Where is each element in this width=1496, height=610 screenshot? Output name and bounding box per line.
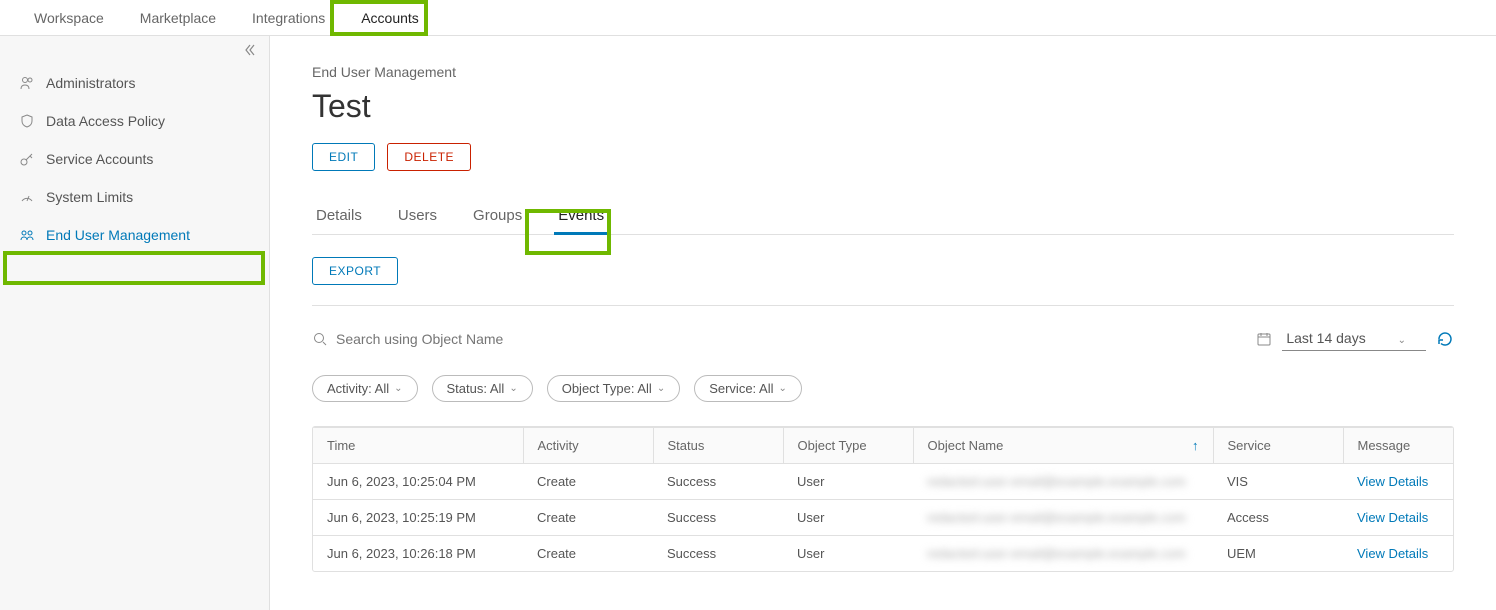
table-row: Jun 6, 2023, 10:25:04 PM Create Success … (313, 464, 1453, 500)
sidebar-item-administrators[interactable]: Administrators (0, 64, 269, 102)
tab-users[interactable]: Users (394, 199, 441, 234)
sidebar-item-label: Service Accounts (46, 151, 153, 167)
main-content: End User Management Test EDIT DELETE Det… (270, 36, 1496, 610)
topnav-marketplace[interactable]: Marketplace (122, 2, 234, 34)
sidebar-item-label: System Limits (46, 189, 133, 205)
filter-activity[interactable]: Activity: All⌄ (312, 375, 418, 402)
search-input[interactable] (336, 331, 636, 347)
chevron-down-icon: ⌄ (1398, 335, 1406, 346)
date-range-select[interactable]: Last 14 days ⌄ (1282, 326, 1426, 351)
chevron-left-icon (241, 42, 257, 58)
sidebar-collapse[interactable] (0, 36, 269, 64)
topnav-integrations[interactable]: Integrations (234, 2, 343, 34)
sidebar: Administrators Data Access Policy Servic… (0, 36, 270, 610)
filter-object-type[interactable]: Object Type: All⌄ (547, 375, 680, 402)
sidebar-item-label: End User Management (46, 227, 190, 243)
refresh-icon[interactable] (1436, 330, 1454, 348)
col-time[interactable]: Time (313, 428, 523, 464)
chevron-down-icon: ⌄ (779, 383, 787, 394)
col-object-name[interactable]: Object Name↑ (913, 428, 1213, 464)
search-icon (312, 331, 328, 347)
tab-events[interactable]: Events (554, 199, 608, 234)
delete-button[interactable]: DELETE (387, 143, 471, 171)
table-row: Jun 6, 2023, 10:25:19 PM Create Success … (313, 500, 1453, 536)
filter-service[interactable]: Service: All⌄ (694, 375, 802, 402)
shield-icon (18, 112, 36, 130)
tab-groups[interactable]: Groups (469, 199, 526, 234)
sidebar-item-label: Data Access Policy (46, 113, 165, 129)
sort-asc-icon: ↑ (1192, 438, 1199, 453)
chevron-down-icon: ⌄ (657, 383, 665, 394)
chevron-down-icon: ⌄ (394, 383, 402, 394)
events-table: Time Activity Status Object Type Object … (312, 426, 1454, 572)
edit-button[interactable]: EDIT (312, 143, 375, 171)
col-service[interactable]: Service (1213, 428, 1343, 464)
top-nav: Workspace Marketplace Integrations Accou… (0, 0, 1496, 36)
chevron-down-icon: ⌄ (509, 383, 517, 394)
group-icon (18, 226, 36, 244)
col-activity[interactable]: Activity (523, 428, 653, 464)
topnav-workspace[interactable]: Workspace (16, 2, 122, 34)
col-message[interactable]: Message (1343, 428, 1453, 464)
table-row: Jun 6, 2023, 10:26:18 PM Create Success … (313, 536, 1453, 572)
search-box (312, 331, 1256, 347)
col-status[interactable]: Status (653, 428, 783, 464)
sidebar-item-system-limits[interactable]: System Limits (0, 178, 269, 216)
content-tabs: Details Users Groups Events (312, 199, 1454, 235)
col-object-type[interactable]: Object Type (783, 428, 913, 464)
filter-status[interactable]: Status: All⌄ (432, 375, 533, 402)
calendar-icon[interactable] (1256, 331, 1272, 347)
key-icon (18, 150, 36, 168)
sidebar-item-end-user-management[interactable]: End User Management (0, 216, 269, 254)
table-header-row: Time Activity Status Object Type Object … (313, 428, 1453, 464)
export-button[interactable]: EXPORT (312, 257, 398, 285)
sidebar-item-label: Administrators (46, 75, 135, 91)
view-details-link[interactable]: View Details (1357, 474, 1428, 489)
filter-pills: Activity: All⌄ Status: All⌄ Object Type:… (312, 375, 1454, 402)
divider (312, 305, 1454, 306)
tab-details[interactable]: Details (312, 199, 366, 234)
gauge-icon (18, 188, 36, 206)
breadcrumb: End User Management (312, 64, 1454, 80)
sidebar-item-data-access-policy[interactable]: Data Access Policy (0, 102, 269, 140)
view-details-link[interactable]: View Details (1357, 546, 1428, 561)
users-icon (18, 74, 36, 92)
page-title: Test (312, 88, 1454, 125)
view-details-link[interactable]: View Details (1357, 510, 1428, 525)
topnav-accounts[interactable]: Accounts (343, 2, 437, 34)
sidebar-item-service-accounts[interactable]: Service Accounts (0, 140, 269, 178)
